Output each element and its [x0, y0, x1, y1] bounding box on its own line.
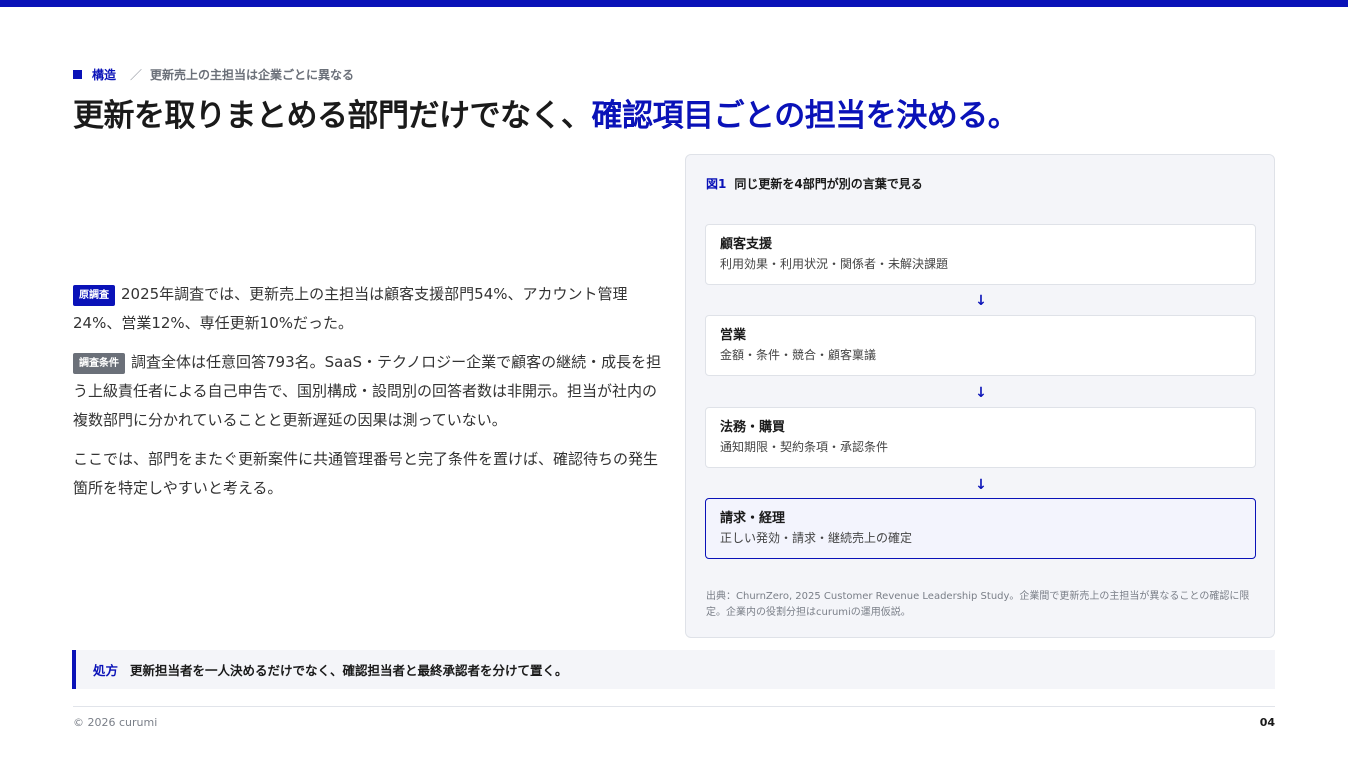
arrow-down-icon: ↓	[975, 293, 987, 309]
footer-divider	[73, 706, 1275, 707]
page-number: 04	[1259, 716, 1275, 729]
top-accent-bar	[0, 0, 1348, 7]
step-description: 金額・条件・競合・顧客稟議	[720, 348, 877, 362]
prescription-text: 更新担当者を一人決めるだけでなく、確認担当者と最終承認者を分けて置く。	[130, 663, 568, 678]
step-customer-success: 顧客支援 利用効果・利用状況・関係者・未解決課題	[705, 224, 1256, 285]
step-title: 営業	[720, 328, 747, 343]
paragraph-1-text: 2025年調査では、更新売上の主担当は顧客支援部門54%、アカウント管理24%、…	[73, 285, 628, 332]
arrow-down-icon: ↓	[975, 477, 987, 493]
step-legal-procurement: 法務・購買 通知期限・契約条項・承認条件	[705, 407, 1256, 468]
figure-panel: 図1 同じ更新を4部門が別の言葉で見る 顧客支援 利用効果・利用状況・関係者・未解…	[685, 154, 1275, 638]
step-description: 正しい発効・請求・継続売上の確定	[720, 531, 913, 545]
title-main: 更新を取りまとめる部門だけでなく、	[73, 98, 592, 134]
step-billing-accounting: 請求・経理 正しい発効・請求・継続売上の確定	[705, 498, 1256, 559]
step-title: 請求・経理	[720, 511, 786, 526]
title-accent: 確認項目ごとの担当を決める。	[591, 98, 1019, 134]
paragraph-original-survey: 原調査 2025年調査では、更新売上の主担当は顧客支援部門54%、アカウント管理2…	[73, 280, 663, 338]
copyright: © 2026 curumi	[73, 716, 158, 729]
survey-conditions-badge: 調査条件	[73, 353, 125, 374]
original-survey-badge: 原調査	[73, 285, 115, 306]
eyebrow-separator: ／	[130, 67, 143, 82]
body-text: 原調査 2025年調査では、更新売上の主担当は顧客支援部門54%、アカウント管理2…	[73, 280, 663, 513]
figure-caption: 図1 同じ更新を4部門が別の言葉で見る	[706, 175, 923, 192]
figure-source: 出典：ChurnZero, 2025 Customer Revenue Lead…	[706, 591, 1250, 618]
step-sales: 営業 金額・条件・競合・顧客稟議	[705, 315, 1256, 376]
paragraph-2-text: 調査全体は任意回答793名。SaaS・テクノロジー企業で顧客の継続・成長を担う上…	[73, 353, 662, 429]
square-icon	[73, 69, 82, 79]
arrow-down-icon: ↓	[975, 385, 987, 401]
eyebrow: 構造 ／ 更新売上の主担当は企業ごとに異なる	[73, 66, 354, 82]
prescription-callout: 処方 更新担当者を一人決めるだけでなく、確認担当者と最終承認者を分けて置く。	[72, 650, 1275, 689]
page-title: 更新を取りまとめる部門だけでなく、確認項目ごとの担当を決める。	[73, 95, 1019, 137]
paragraph-3: ここでは、部門をまたぐ更新案件に共通管理番号と完了条件を置けば、確認待ちの発生箇…	[73, 450, 659, 497]
prescription-label: 処方	[93, 663, 119, 678]
step-description: 通知期限・契約条項・承認条件	[720, 440, 889, 454]
paragraph-survey-conditions: 調査条件 調査全体は任意回答793名。SaaS・テクノロジー企業で顧客の継続・成長…	[73, 348, 663, 435]
step-description: 利用効果・利用状況・関係者・未解決課題	[720, 257, 949, 271]
figure-number: 図1	[706, 177, 727, 191]
section-label: 構造	[92, 67, 117, 82]
step-title: 法務・購買	[720, 420, 786, 435]
step-title: 顧客支援	[720, 237, 773, 252]
figure-caption-text: 同じ更新を4部門が別の言葉で見る	[734, 177, 923, 191]
eyebrow-subtitle: 更新売上の主担当は企業ごとに異なる	[150, 67, 355, 82]
